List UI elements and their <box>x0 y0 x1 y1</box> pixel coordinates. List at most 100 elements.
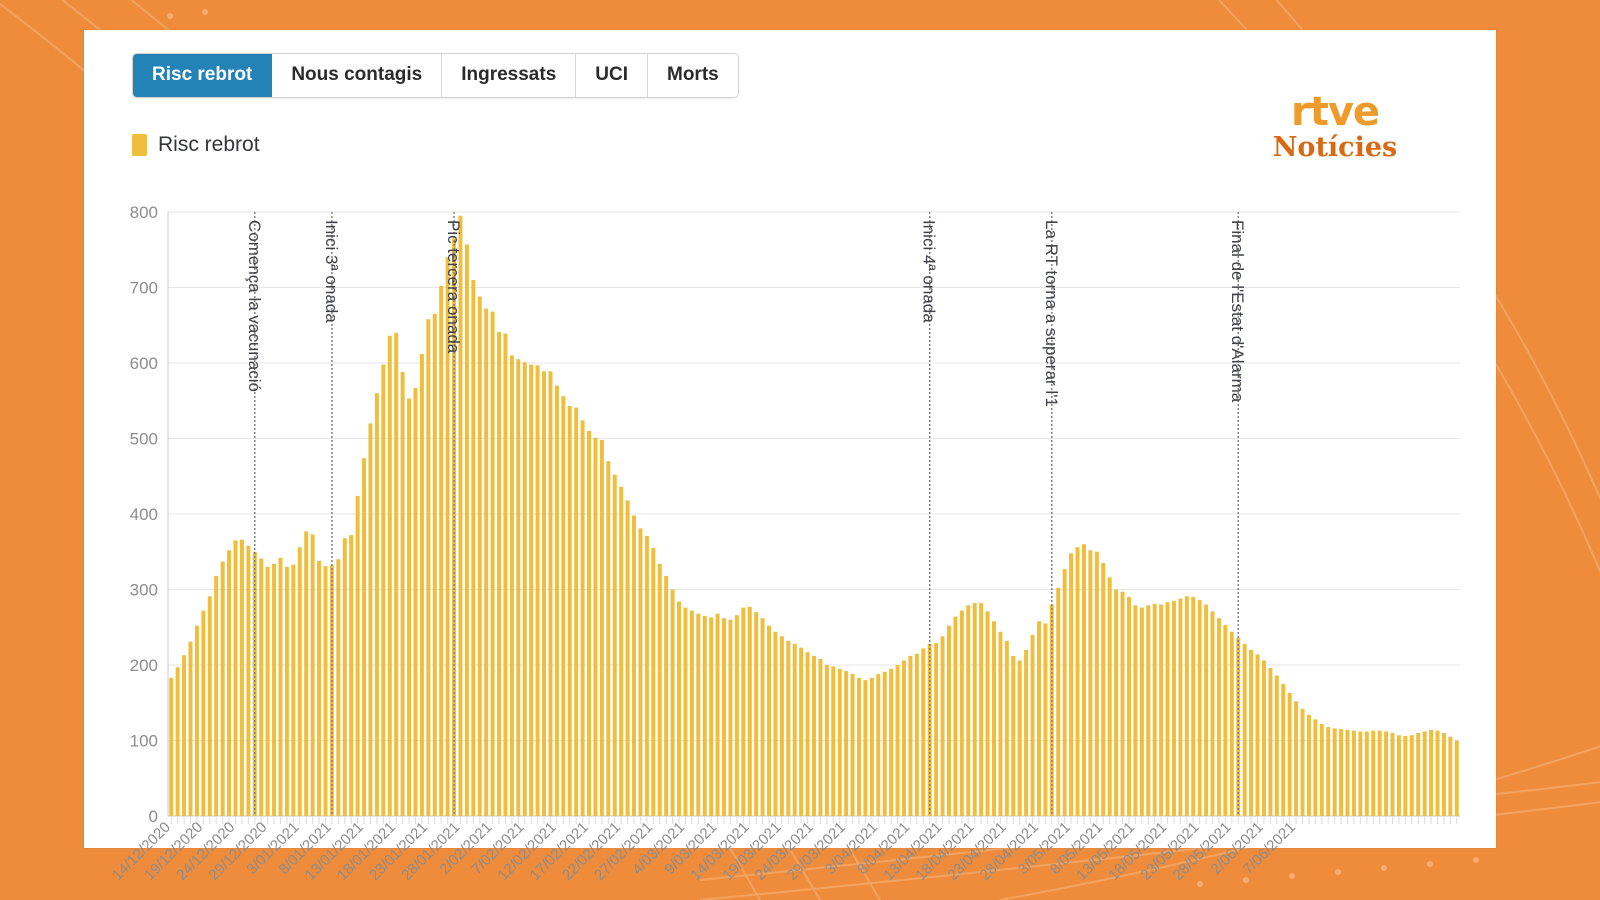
bar[interactable] <box>189 642 193 816</box>
bar[interactable] <box>484 309 488 816</box>
bar[interactable] <box>195 626 199 816</box>
bar[interactable] <box>619 487 623 816</box>
bar[interactable] <box>330 565 334 816</box>
bar[interactable] <box>1313 719 1317 816</box>
bar[interactable] <box>1069 553 1073 816</box>
bar[interactable] <box>407 398 411 816</box>
bar[interactable] <box>1056 588 1060 816</box>
bar[interactable] <box>677 602 681 816</box>
bar[interactable] <box>304 531 308 816</box>
bar[interactable] <box>471 280 475 816</box>
bar[interactable] <box>381 365 385 816</box>
bar[interactable] <box>272 564 276 816</box>
bar[interactable] <box>234 540 238 816</box>
bar[interactable] <box>754 612 758 816</box>
bar[interactable] <box>510 355 514 816</box>
bar[interactable] <box>825 665 829 816</box>
bar[interactable] <box>761 618 765 816</box>
bar[interactable] <box>1127 597 1131 816</box>
bar[interactable] <box>716 614 720 816</box>
bar[interactable] <box>600 440 604 816</box>
bar[interactable] <box>947 626 951 816</box>
bar[interactable] <box>1397 735 1401 816</box>
bar[interactable] <box>998 632 1002 816</box>
bar[interactable] <box>1403 736 1407 816</box>
bar[interactable] <box>426 319 430 816</box>
bar[interactable] <box>343 538 347 816</box>
bar[interactable] <box>413 388 417 816</box>
bar[interactable] <box>889 669 893 816</box>
bar[interactable] <box>1346 730 1350 816</box>
bar[interactable] <box>1121 592 1125 816</box>
bar[interactable] <box>1230 632 1234 816</box>
bar[interactable] <box>523 362 527 816</box>
bar[interactable] <box>953 617 957 816</box>
bar[interactable] <box>201 611 205 816</box>
bar[interactable] <box>1294 701 1298 816</box>
bar[interactable] <box>645 536 649 816</box>
bar[interactable] <box>1088 550 1092 816</box>
bar[interactable] <box>1339 729 1343 816</box>
bar[interactable] <box>1172 601 1176 816</box>
bar[interactable] <box>1198 600 1202 816</box>
bar[interactable] <box>1423 731 1427 816</box>
bar[interactable] <box>1133 605 1137 816</box>
bar[interactable] <box>1436 731 1440 816</box>
bar[interactable] <box>1262 660 1266 816</box>
bar[interactable] <box>548 371 552 816</box>
bar[interactable] <box>671 590 675 817</box>
bar[interactable] <box>1378 731 1382 816</box>
bar[interactable] <box>1166 602 1170 816</box>
bar[interactable] <box>503 334 507 816</box>
bar[interactable] <box>915 654 919 816</box>
bar[interactable] <box>883 672 887 816</box>
bar[interactable] <box>934 643 938 816</box>
bar[interactable] <box>651 548 655 816</box>
bar[interactable] <box>613 475 617 816</box>
bar[interactable] <box>311 534 315 816</box>
bar[interactable] <box>838 669 842 816</box>
bar[interactable] <box>1063 569 1067 816</box>
bar[interactable] <box>227 550 231 816</box>
bar[interactable] <box>1410 735 1414 816</box>
bar[interactable] <box>870 678 874 816</box>
bar[interactable] <box>388 336 392 816</box>
bar[interactable] <box>375 393 379 816</box>
bar[interactable] <box>1146 605 1150 816</box>
bar[interactable] <box>1159 605 1163 816</box>
bar[interactable] <box>851 674 855 816</box>
bar[interactable] <box>979 603 983 816</box>
bar[interactable] <box>844 671 848 816</box>
bar[interactable] <box>1037 621 1041 816</box>
bar[interactable] <box>606 461 610 816</box>
bar[interactable] <box>876 674 880 816</box>
bar[interactable] <box>902 660 906 816</box>
chart-legend[interactable]: Risc rebrot <box>132 134 260 156</box>
bar[interactable] <box>1288 693 1292 816</box>
bar[interactable] <box>497 332 501 816</box>
bar[interactable] <box>291 565 295 816</box>
bar[interactable] <box>941 636 945 816</box>
bar[interactable] <box>285 567 289 816</box>
risc-rebrot-bar-chart[interactable]: 0100200300400500600700800Comença la vacu… <box>112 198 1468 838</box>
bar[interactable] <box>516 359 520 816</box>
bar[interactable] <box>1256 654 1260 816</box>
bar[interactable] <box>741 608 745 816</box>
bar[interactable] <box>793 644 797 816</box>
bar[interactable] <box>1442 733 1446 816</box>
bar[interactable] <box>658 564 662 816</box>
bar[interactable] <box>568 406 572 816</box>
bar[interactable] <box>632 516 636 816</box>
tab-morts[interactable]: Morts <box>648 54 738 97</box>
bar[interactable] <box>896 665 900 816</box>
bar[interactable] <box>908 656 912 816</box>
bar[interactable] <box>1095 552 1099 816</box>
bar[interactable] <box>735 615 739 816</box>
bar[interactable] <box>1243 644 1247 816</box>
bar[interactable] <box>278 558 282 816</box>
bar[interactable] <box>1307 715 1311 816</box>
bar[interactable] <box>1153 604 1157 816</box>
bar[interactable] <box>626 500 630 816</box>
bar[interactable] <box>420 354 424 816</box>
bar[interactable] <box>831 667 835 816</box>
